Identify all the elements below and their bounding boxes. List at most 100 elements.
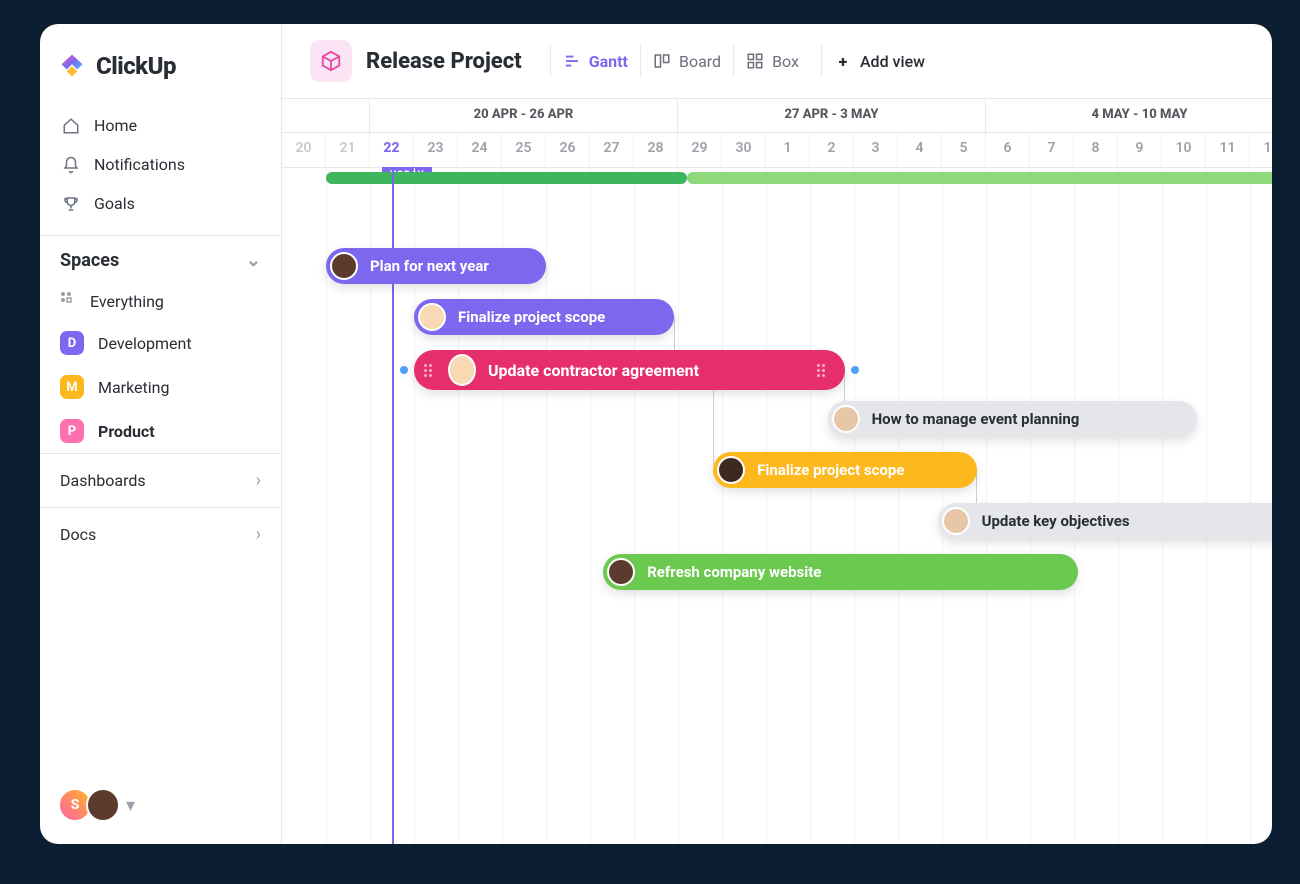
task-label: Refresh company website [647,563,821,581]
day-cell[interactable]: 22 [370,133,414,167]
avatar [86,788,120,822]
day-cell[interactable]: 25 [502,133,546,167]
day-cell[interactable]: 2 [810,133,854,167]
week-label: 27 APR - 3 MAY [678,99,986,132]
sidebar-item-notifications[interactable]: Notifications [48,145,273,184]
spaces-header[interactable]: Spaces ⌄ [40,235,281,281]
day-cell[interactable]: 23 [414,133,458,167]
space-badge: M [60,375,84,399]
task-bar[interactable]: Update key objectives [938,503,1272,539]
task-bar[interactable]: How to manage event planning [828,401,1198,437]
day-cell[interactable]: 20 [282,133,326,167]
brand-name: ClickUp [96,52,176,80]
sidebar-item-dashboards[interactable]: Dashboards › [40,453,281,507]
progress-segment [326,172,687,184]
chevron-right-icon: › [256,470,261,491]
project-title: Release Project [366,49,522,74]
day-cell[interactable]: 28 [634,133,678,167]
day-cell[interactable]: 11 [1206,133,1250,167]
task-label: Update key objectives [982,512,1130,530]
view-tab-box[interactable]: Box [733,45,811,77]
task-bar[interactable]: Refresh company website [603,554,1078,590]
plus-icon: + [834,52,852,70]
trophy-icon [62,195,80,213]
day-cell[interactable]: 29 [678,133,722,167]
day-cell[interactable]: 5 [942,133,986,167]
spaces-list: D Development M Marketing P Product [40,321,281,453]
sidebar-item-space-marketing[interactable]: M Marketing [40,365,281,409]
day-cell[interactable]: 4 [898,133,942,167]
avatar [448,354,476,386]
caret-down-icon: ▾ [126,795,135,816]
gantt-body[interactable]: Plan for next year Finalize project scop… [282,168,1272,844]
day-cell[interactable]: 9 [1118,133,1162,167]
views-row: Gantt Board Box [550,45,811,77]
sidebar-item-docs[interactable]: Docs › [40,507,281,561]
topbar: Release Project Gantt Board Box + Add vi… [282,24,1272,98]
logo[interactable]: ClickUp [40,24,281,100]
sidebar-item-goals[interactable]: Goals [48,184,273,223]
day-cell[interactable]: 26 [546,133,590,167]
task-label: Finalize project scope [458,308,605,326]
dashboards-label: Dashboards [60,471,146,490]
drag-handle-icon[interactable] [851,366,859,374]
task-bar[interactable]: Finalize project scope [713,452,977,488]
task-bar[interactable]: Update contractor agreement [414,350,845,390]
progress-segment [687,172,1272,184]
task-label: How to manage event planning [872,410,1080,428]
day-row: 2021222324252627282930123456789101112TOD… [282,133,1272,167]
home-icon [62,117,80,135]
day-cell[interactable]: 1 [766,133,810,167]
view-label: Board [679,52,721,71]
view-tab-gantt[interactable]: Gantt [550,45,640,77]
space-label: Product [98,422,155,441]
grid-icon [60,291,76,311]
avatar [418,303,446,331]
day-cell[interactable]: 3 [854,133,898,167]
logo-icon [58,52,86,80]
day-cell[interactable]: 27 [590,133,634,167]
day-cell[interactable]: 12 [1250,133,1272,167]
day-cell[interactable]: 21 [326,133,370,167]
day-cell[interactable]: 6 [986,133,1030,167]
day-cell[interactable]: 8 [1074,133,1118,167]
sidebar-item-space-product[interactable]: P Product [40,409,281,453]
app-window: ClickUp Home Notifications Goals Spaces … [40,24,1272,844]
avatar [717,456,745,484]
chevron-right-icon: › [256,524,261,545]
add-view-button[interactable]: + Add view [821,45,937,77]
sidebar-item-home[interactable]: Home [48,106,273,145]
nav-label: Notifications [94,155,185,174]
bell-icon [62,156,80,174]
task-label: Update contractor agreement [488,361,699,380]
view-icon [746,52,764,70]
docs-label: Docs [60,525,96,544]
timeline-header: 20 APR - 26 APR27 APR - 3 MAY4 MAY - 10 … [282,98,1272,168]
view-icon [653,52,671,70]
add-view-label: Add view [860,52,925,71]
task-label: Finalize project scope [757,461,904,479]
sidebar-item-everything[interactable]: Everything [40,281,281,321]
avatar [832,405,860,433]
sidebar-item-space-development[interactable]: D Development [40,321,281,365]
day-cell[interactable]: 24 [458,133,502,167]
spaces-header-label: Spaces [60,250,119,271]
avatar [330,252,358,280]
nav-label: Goals [94,194,135,213]
task-bar[interactable]: Finalize project scope [414,299,674,335]
nav-primary: Home Notifications Goals [40,100,281,229]
week-row: 20 APR - 26 APR27 APR - 3 MAY4 MAY - 10 … [282,99,1272,133]
project-icon [310,40,352,82]
day-cell[interactable]: 30 [722,133,766,167]
view-icon [563,52,581,70]
user-avatars[interactable]: S ▾ [40,766,281,844]
day-cell[interactable]: 7 [1030,133,1074,167]
avatar [942,507,970,535]
task-bar[interactable]: Plan for next year [326,248,546,284]
day-cell[interactable]: 10 [1162,133,1206,167]
chevron-down-icon: ⌄ [246,250,261,271]
nav-label: Home [94,116,137,135]
view-tab-board[interactable]: Board [640,45,733,77]
drag-handle-icon[interactable] [400,366,408,374]
week-label: 20 APR - 26 APR [370,99,678,132]
